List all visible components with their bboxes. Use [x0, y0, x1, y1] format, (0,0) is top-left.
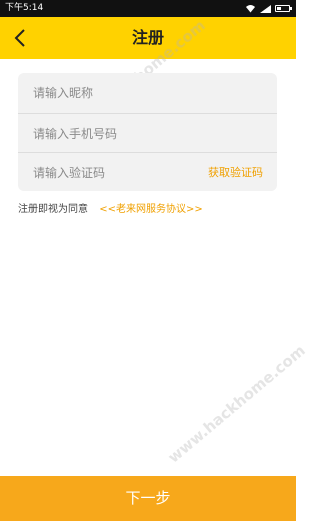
back-button[interactable] — [8, 25, 32, 51]
code-row: 获取验证码 — [18, 152, 277, 192]
phone-row — [18, 113, 277, 153]
status-icons — [245, 0, 292, 17]
battery-icon — [275, 5, 292, 12]
agreement-text: 注册即视为同意 — [18, 204, 88, 215]
next-step-button[interactable]: 下一步 — [0, 476, 296, 521]
agreement-line: 注册即视为同意 <<老来网服务协议>> — [18, 200, 203, 215]
register-screen: 下午5:14 注册 www.hackhome.com — [0, 0, 309, 521]
page-title: 注册 — [131, 28, 164, 47]
nickname-input[interactable] — [33, 73, 213, 112]
verification-code-input[interactable] — [33, 153, 213, 192]
watermark: www.hackhome.com — [164, 341, 309, 467]
register-form: 获取验证码 — [18, 73, 277, 192]
phone-input[interactable] — [33, 114, 213, 153]
signal-icon — [260, 4, 271, 13]
header-bar: 注册 — [0, 17, 296, 59]
nickname-row — [18, 73, 277, 112]
service-agreement-link[interactable]: <<老来网服务协议>> — [99, 204, 203, 215]
status-bar: 下午5:14 — [0, 0, 296, 17]
wifi-icon — [246, 5, 255, 13]
chevron-left-icon — [14, 29, 25, 47]
status-time: 下午5:14 — [5, 3, 44, 13]
battery-level — [277, 7, 281, 10]
get-code-button[interactable]: 获取验证码 — [208, 153, 263, 192]
